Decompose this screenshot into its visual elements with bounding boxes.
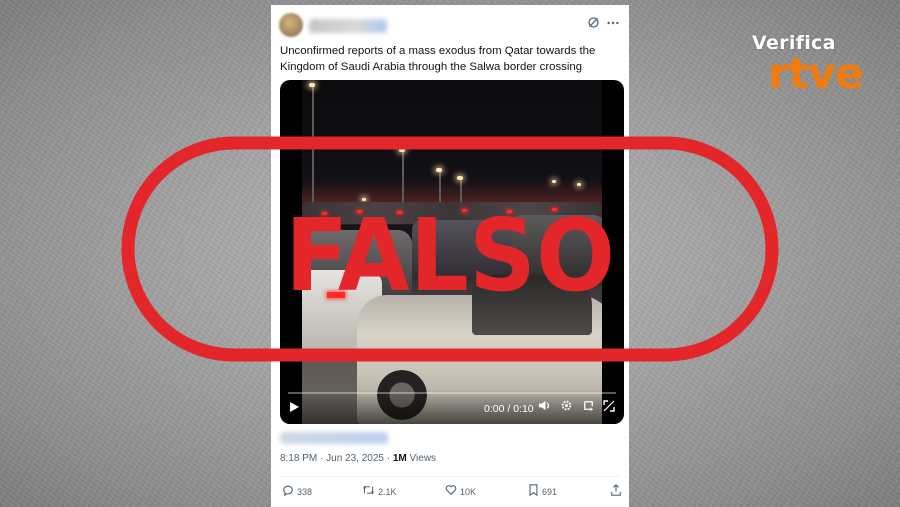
meta-separator: · bbox=[317, 453, 327, 464]
play-icon[interactable] bbox=[288, 401, 300, 416]
share-icon bbox=[610, 484, 622, 499]
tweet-time[interactable]: 8:18 PM bbox=[280, 453, 317, 464]
more-icon[interactable] bbox=[605, 16, 621, 32]
avatar[interactable] bbox=[279, 13, 303, 37]
views-label: Views bbox=[406, 453, 437, 464]
tweet-actions: 338 2.1K 10K 691 bbox=[280, 484, 621, 500]
video-time: 0:00 / 0:10 bbox=[484, 403, 534, 415]
repost-icon bbox=[362, 485, 375, 499]
bookmark-button[interactable]: 691 bbox=[528, 484, 557, 499]
loop-icon[interactable] bbox=[582, 399, 595, 416]
repost-count: 2.1K bbox=[378, 487, 397, 497]
reply-icon bbox=[282, 485, 294, 499]
tweet-video[interactable]: 0:00 / 0:10 bbox=[280, 80, 624, 424]
like-button[interactable]: 10K bbox=[445, 484, 476, 499]
share-button[interactable] bbox=[610, 484, 625, 499]
tweet-header bbox=[279, 13, 621, 39]
tweet-meta: 8:18 PM · Jun 23, 2025 · 1M Views bbox=[280, 453, 436, 464]
repost-button[interactable]: 2.1K bbox=[362, 484, 397, 499]
video-frame bbox=[302, 80, 602, 424]
heart-icon bbox=[445, 485, 457, 499]
volume-icon[interactable] bbox=[538, 399, 551, 416]
tweet-date[interactable]: Jun 23, 2025 bbox=[326, 453, 384, 464]
video-progress-bar[interactable] bbox=[288, 392, 616, 394]
views-count: 1M bbox=[392, 453, 407, 464]
tweet-card: Unconfirmed reports of a mass exodus fro… bbox=[271, 5, 629, 507]
settings-icon[interactable] bbox=[560, 399, 573, 416]
reply-count: 338 bbox=[297, 487, 313, 497]
quoted-handle-redacted[interactable] bbox=[280, 432, 388, 444]
bookmark-count: 691 bbox=[542, 487, 558, 497]
brand-rtve-text: rtve bbox=[768, 49, 864, 99]
like-count: 10K bbox=[460, 487, 477, 497]
fullscreen-icon[interactable] bbox=[603, 400, 615, 416]
meta-separator: · bbox=[383, 453, 393, 464]
brand-logo: Verifica rtve bbox=[752, 32, 872, 99]
divider bbox=[280, 476, 620, 477]
reply-button[interactable]: 338 bbox=[282, 484, 312, 499]
bookmark-icon bbox=[528, 484, 539, 499]
author-name-redacted[interactable] bbox=[309, 19, 387, 33]
grok-icon[interactable] bbox=[585, 16, 601, 32]
tweet-text: Unconfirmed reports of a mass exodus fro… bbox=[280, 45, 596, 73]
